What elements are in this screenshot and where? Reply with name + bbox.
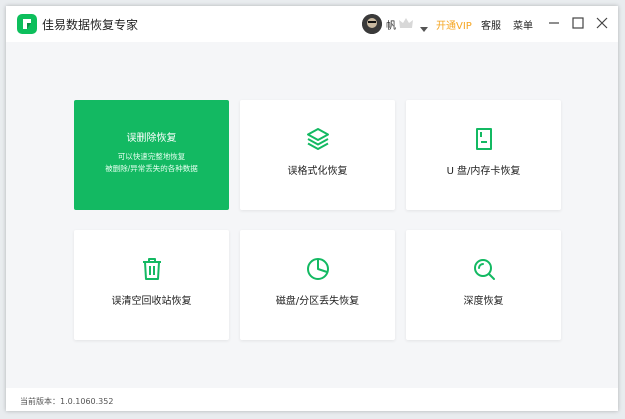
card-partition-recovery[interactable]: 磁盘/分区丢失恢复 — [240, 230, 395, 340]
card-description-line-2: 被删除/异常丢失的各种数据 — [105, 164, 198, 173]
username[interactable]: 帆 — [386, 17, 396, 32]
card-label: 深度恢复 — [463, 296, 504, 307]
app-logo-icon — [17, 14, 37, 34]
trash-icon — [74, 256, 229, 282]
pie-chart-icon — [240, 256, 395, 282]
open-vip-link[interactable]: 开通VIP — [436, 17, 472, 32]
app-title: 佳易数据恢复专家 — [42, 18, 139, 32]
card-deep-recovery[interactable]: 深度恢复 — [406, 230, 561, 340]
maximize-icon[interactable] — [569, 14, 587, 32]
layers-icon — [240, 126, 395, 152]
chevron-down-icon[interactable] — [420, 18, 428, 37]
customer-service-link[interactable]: 客服 — [481, 17, 501, 32]
app-window: 佳易数据恢复专家 帆 开通VIP 客服 菜单 误删除恢复 可以快速完整地恢复 被… — [6, 6, 618, 411]
sd-card-icon — [406, 126, 561, 152]
search-icon — [406, 256, 561, 282]
crown-icon — [398, 16, 414, 35]
close-icon[interactable] — [593, 14, 611, 32]
card-description-line-1: 可以快速完整地恢复 — [117, 152, 186, 161]
menu-button[interactable]: 菜单 — [513, 17, 533, 32]
card-label: U 盘/内存卡恢复 — [446, 166, 521, 177]
card-recycle-bin-recovery[interactable]: 误清空回收站恢复 — [74, 230, 229, 340]
card-label: 磁盘/分区丢失恢复 — [275, 296, 360, 307]
main-content: 误删除恢复 可以快速完整地恢复 被删除/异常丢失的各种数据 误格式化恢复 U 盘… — [6, 42, 618, 388]
minimize-icon[interactable] — [545, 14, 563, 32]
version-text: 当前版本：1.0.1060.352 — [20, 397, 114, 406]
card-usb-sd-recovery[interactable]: U 盘/内存卡恢复 — [406, 100, 561, 210]
card-description: 可以快速完整地恢复 被删除/异常丢失的各种数据 — [74, 151, 229, 175]
card-label: 误清空回收站恢复 — [111, 296, 192, 307]
card-title: 误删除恢复 — [126, 133, 177, 144]
title-bar: 佳易数据恢复专家 帆 开通VIP 客服 菜单 — [6, 6, 618, 42]
card-deleted-recovery[interactable]: 误删除恢复 可以快速完整地恢复 被删除/异常丢失的各种数据 — [74, 100, 229, 210]
avatar[interactable] — [362, 14, 382, 34]
card-format-recovery[interactable]: 误格式化恢复 — [240, 100, 395, 210]
card-label: 误格式化恢复 — [287, 166, 348, 177]
